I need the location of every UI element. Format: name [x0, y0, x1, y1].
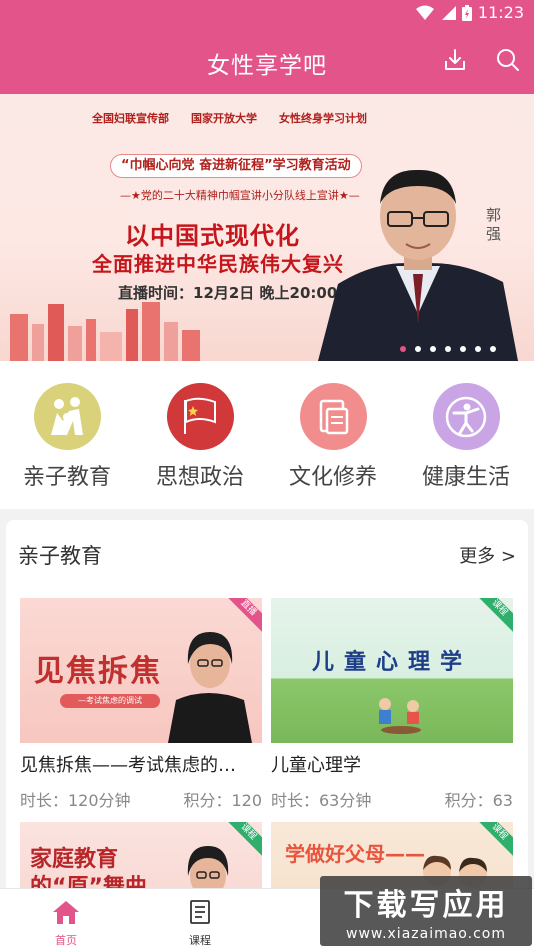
thumb-title: 儿童心理学: [311, 650, 472, 675]
course-thumbnail: 儿童心理学 课程: [271, 598, 513, 743]
tab-label: 首页: [55, 934, 77, 947]
course-points: 积分：120: [183, 791, 262, 810]
category-label: 健康生活: [421, 465, 510, 490]
category-health[interactable]: 健康生活: [411, 383, 521, 491]
course-thumbnail: 见焦拆焦 —考试焦虑的调试 直播: [20, 598, 262, 743]
section-parenting: 亲子教育 更多 > 见焦拆焦 —考试焦虑的调试 直播 见焦拆焦——考试焦虑的… …: [6, 520, 528, 900]
category-parenting[interactable]: 亲子教育: [12, 383, 122, 491]
course-points: 积分：63: [444, 791, 513, 810]
banner-headline-1: 以中国式现代化: [125, 222, 300, 250]
banner-carousel[interactable]: 全国妇联宣传部 国家开放大学 女性终身学习计划 “巾帼心向党 奋进新征程”学习教…: [0, 94, 534, 361]
tab-label: 课程: [189, 934, 211, 947]
children-illustration: [379, 698, 421, 734]
carousel-dot[interactable]: [415, 346, 421, 352]
clock: 11:23: [477, 3, 524, 22]
course-list-icon: [190, 900, 210, 924]
category-label: 文化修养: [288, 465, 377, 490]
watermark-url: www.xiazaimao.com: [346, 926, 506, 942]
signal-icon: [441, 5, 456, 20]
carousel-dot[interactable]: [460, 346, 466, 352]
banner-logos: 全国妇联宣传部 国家开放大学 女性终身学习计划: [92, 110, 367, 126]
thumb-title: 见焦拆焦: [34, 654, 162, 689]
thumb-subtitle: —考试焦虑的调试: [60, 694, 160, 708]
carousel-dot[interactable]: [400, 346, 406, 352]
logo-open-university: 国家开放大学: [191, 112, 257, 125]
banner-speaker-name: 郭强: [486, 206, 502, 243]
wifi-icon: [415, 5, 434, 20]
speaker-portrait: [318, 169, 518, 361]
course-meta: 时长：63分钟 积分：63: [271, 787, 513, 811]
course-duration: 时长：63分钟: [271, 791, 372, 810]
logo-lifelong-learning: 女性终身学习计划: [279, 112, 367, 125]
category-label: 思想政治: [155, 465, 244, 490]
carousel-dot[interactable]: [475, 346, 481, 352]
city-skyline-illustration: [10, 302, 200, 361]
lecturer-photo: [168, 632, 252, 743]
course-title: 见焦拆焦——考试焦虑的…: [20, 755, 236, 776]
carousel-indicator[interactable]: [400, 346, 496, 352]
fitness-icon: [432, 383, 500, 450]
course-duration: 时长：120分钟: [20, 791, 131, 810]
tab-home[interactable]: 首页: [36, 899, 96, 948]
carousel-dot[interactable]: [445, 346, 451, 352]
battery-icon: [461, 4, 472, 21]
watermark-title: 下载写应用: [343, 888, 509, 923]
tab-courses[interactable]: 课程: [170, 899, 230, 948]
carousel-dot[interactable]: [430, 346, 436, 352]
logo-women-federation: 全国妇联宣传部: [92, 112, 169, 125]
category-politics[interactable]: 思想政治: [145, 383, 255, 491]
download-icon[interactable]: [442, 47, 468, 73]
course-card[interactable]: 儿童心理学 课程 儿童心理学 时长：63分钟 积分：63: [271, 598, 513, 811]
more-link[interactable]: 更多 >: [459, 542, 516, 568]
status-bar: 11:23: [0, 0, 534, 28]
course-title: 儿童心理学: [271, 755, 361, 776]
section-title: 亲子教育: [18, 544, 102, 568]
course-meta: 时长：120分钟 积分：120: [20, 787, 262, 811]
watermark-logo: 下载写应用 www.xiazaimao.com: [320, 876, 532, 946]
app-header: 女性享学吧: [0, 28, 534, 94]
search-icon[interactable]: [495, 47, 521, 73]
category-label: 亲子教育: [22, 465, 111, 490]
course-card[interactable]: 见焦拆焦 —考试焦虑的调试 直播 见焦拆焦——考试焦虑的… 时长：120分钟 积…: [20, 598, 262, 811]
banner-live-time: 直播时间：12月2日 晚上20:00: [118, 284, 338, 302]
thumb-title: 学做好父母——: [285, 842, 425, 866]
family-icon: [33, 383, 101, 450]
carousel-dot[interactable]: [490, 346, 496, 352]
category-grid: 亲子教育 思想政治 文化修养 健康生活: [0, 361, 534, 509]
book-icon: [299, 383, 367, 450]
flag-icon: [166, 383, 234, 450]
home-icon: [53, 901, 79, 924]
banner-headline-2: 全面推进中华民族伟大复兴: [92, 252, 344, 276]
category-culture[interactable]: 文化修养: [278, 383, 388, 491]
course-tag: 课程: [474, 598, 513, 633]
